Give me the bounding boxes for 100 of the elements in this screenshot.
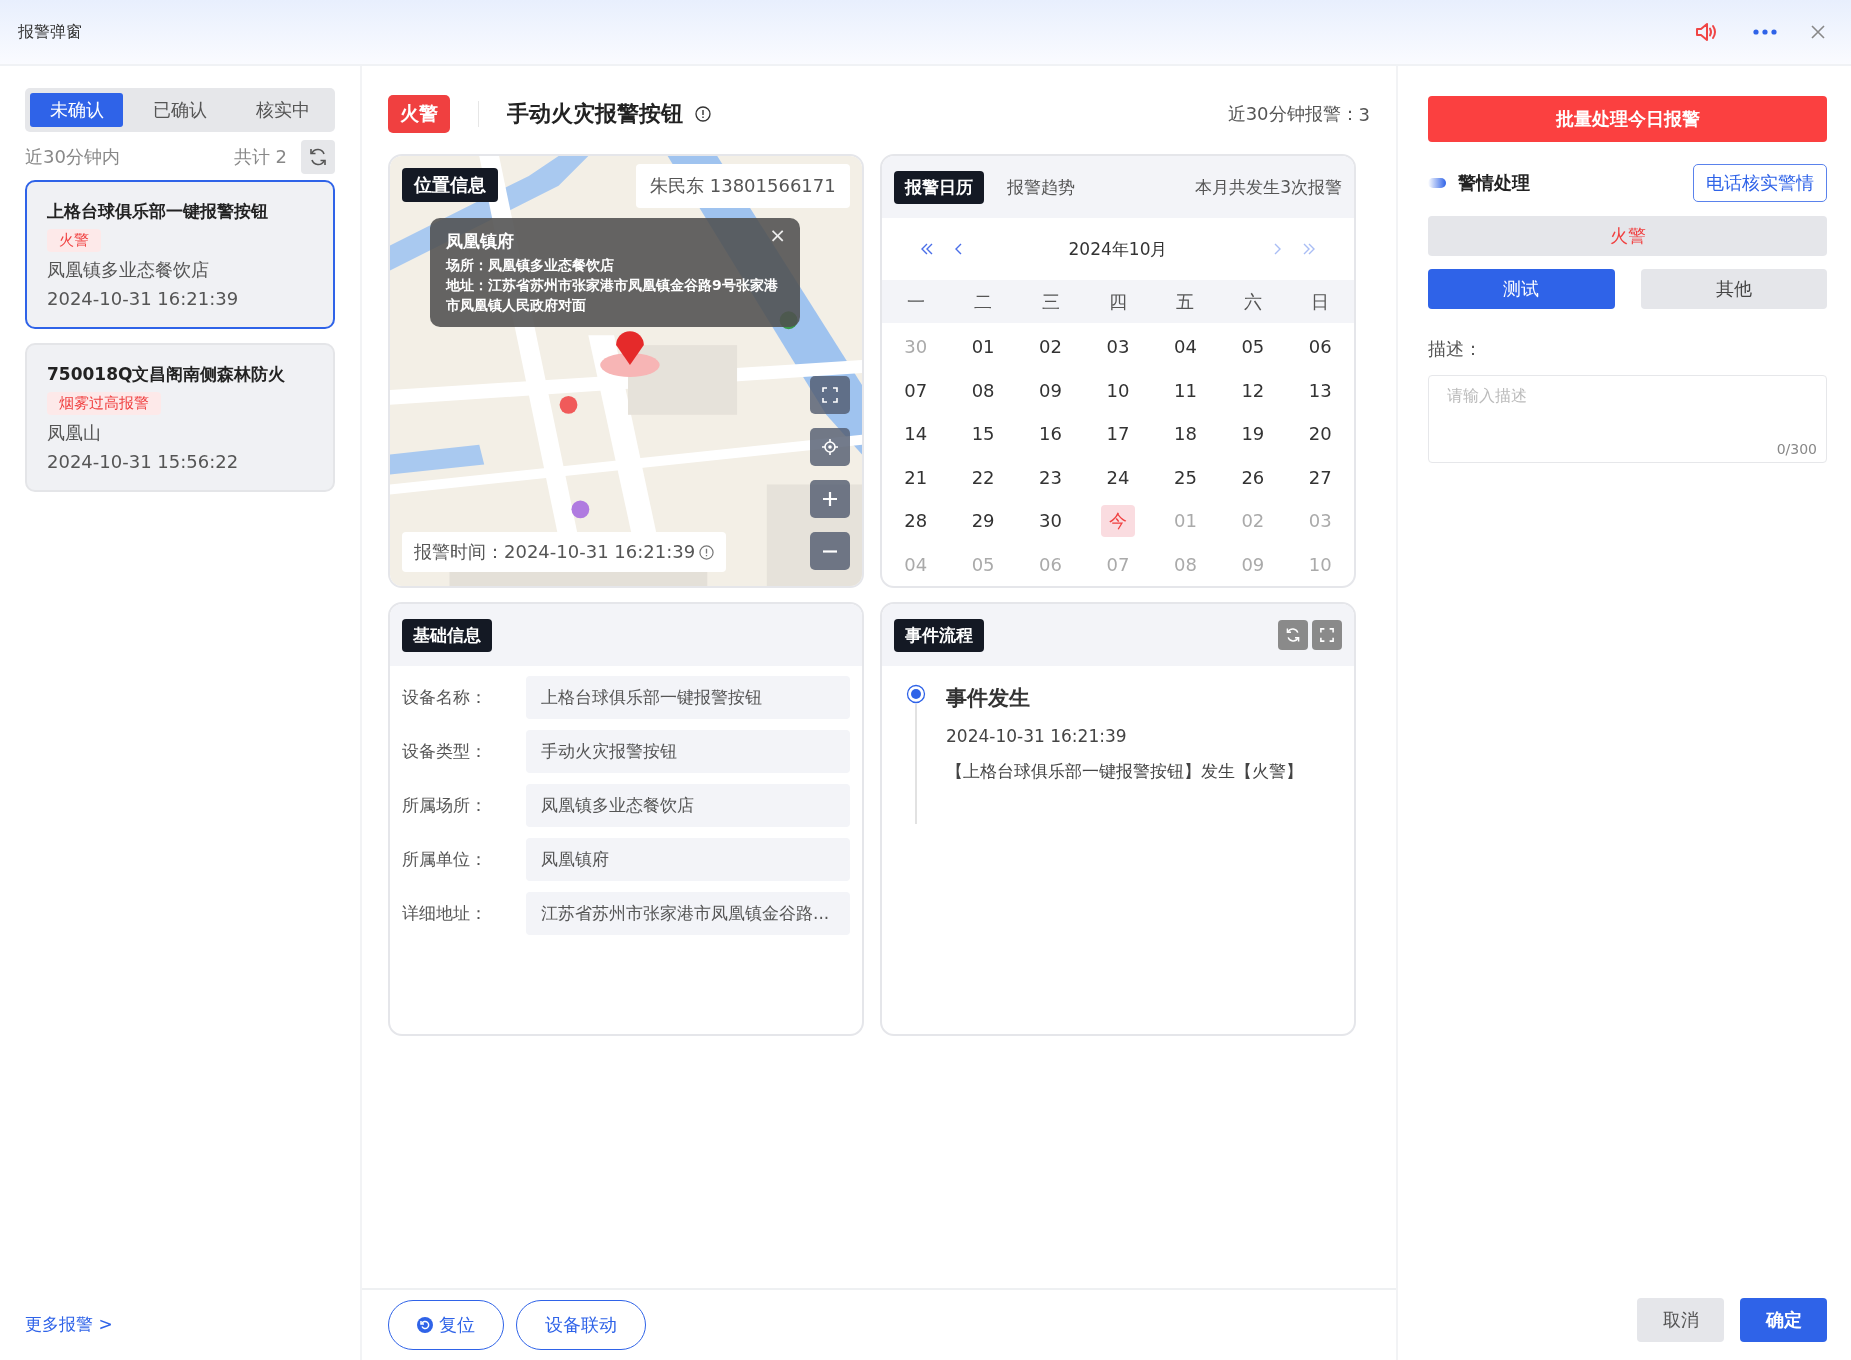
refresh-button[interactable] <box>1278 620 1308 650</box>
zoom-in-button[interactable] <box>810 480 850 518</box>
calendar-day[interactable]: 10 <box>1100 375 1136 405</box>
handling-option[interactable]: 其他 <box>1640 269 1827 309</box>
event-time: 2024-10-31 16:21:39 <box>946 726 1128 746</box>
map-section-label: 位置信息 <box>402 168 498 202</box>
section-title: 警情处理 <box>1458 171 1530 195</box>
calendar-day[interactable]: 03 <box>1100 332 1136 362</box>
alarm-card[interactable]: 750018Q文昌阁南侧森林防火 烟雾过高报警 凤凰山 2024-10-31 15:56:22 <box>25 343 335 492</box>
field-label: 设备类型： <box>402 740 488 763</box>
speaker-icon[interactable] <box>1695 22 1719 42</box>
character-count: 0/300 <box>1776 441 1817 457</box>
calendar-day[interactable]: 05 <box>1235 332 1271 362</box>
info-icon[interactable] <box>695 106 711 122</box>
calendar-tab[interactable]: 报警趋势 <box>996 170 1086 204</box>
calendar-day[interactable]: 08 <box>965 375 1001 405</box>
more-alarms-link[interactable]: 更多报警 > <box>25 1313 335 1336</box>
section-label: 基础信息 <box>402 618 492 652</box>
calendar-day[interactable]: 07 <box>898 375 934 405</box>
month-summary-count: 3 <box>1280 177 1291 197</box>
contact-chip: 朱民东 13801566171 <box>636 164 850 208</box>
footer-button[interactable]: 设备联动 <box>516 1300 646 1350</box>
calendar-day[interactable]: 30 <box>1033 506 1068 536</box>
fullscreen-button[interactable] <box>1312 620 1342 650</box>
field-value: 凤凰镇多业态餐饮店 <box>526 784 850 827</box>
calendar-day[interactable]: 23 <box>1033 462 1068 492</box>
alarm-place: 凤凰镇多业态餐饮店 <box>47 258 209 282</box>
calendar-day[interactable]: 27 <box>1302 462 1338 492</box>
handling-option[interactable]: 测试 <box>1428 269 1615 309</box>
event-text: 【上格台球俱乐部一键报警按钮】发生【火警】 <box>946 760 1303 783</box>
popup-line: 地址：江苏省苏州市张家港市凤凰镇金谷路9号张家港市凤凰镇人民政府对面 <box>446 276 779 315</box>
alarm-tag: 烟雾过高报警 <box>47 392 161 415</box>
cancel-button[interactable]: 取消 <box>1637 1298 1724 1342</box>
reset-icon <box>417 1317 433 1333</box>
zoom-out-button[interactable] <box>810 532 850 570</box>
alarm-tag: 火警 <box>47 229 101 252</box>
weekday-label: 日 <box>1310 289 1331 314</box>
double-chevron-left-icon[interactable] <box>920 242 934 257</box>
popup-line: 场所：凤凰镇多业态餐饮店 <box>446 256 615 275</box>
refresh-icon <box>308 147 328 167</box>
status-tab[interactable]: 核实中 <box>236 93 330 127</box>
alarm-name: 750018Q文昌阁南侧森林防火 <box>47 363 286 386</box>
month-title: 2024年10月 <box>1067 237 1169 261</box>
field-value: 手动火灾报警按钮 <box>526 730 850 773</box>
refresh-button[interactable] <box>301 140 335 174</box>
field-label: 所属场所： <box>402 794 488 817</box>
calendar-day[interactable]: 22 <box>965 462 1001 492</box>
calendar-day[interactable]: 15 <box>965 419 1001 449</box>
fullscreen-icon <box>822 387 838 403</box>
calendar-day[interactable]: 02 <box>1033 332 1068 362</box>
calendar-day[interactable]: 19 <box>1235 419 1271 449</box>
chevron-left-icon[interactable] <box>954 242 964 257</box>
close-icon[interactable] <box>1811 25 1825 39</box>
field-value: 上格台球俱乐部一键报警按钮 <box>526 676 850 719</box>
recent-alarm-count: 3 <box>1358 103 1370 125</box>
weekday-label: 一 <box>905 289 926 314</box>
alarm-time-text: 报警时间：2024-10-31 16:21:39 <box>414 540 696 564</box>
footer-button[interactable]: 复位 <box>388 1300 504 1350</box>
status-tab[interactable]: 已确认 <box>133 93 227 127</box>
calendar-day[interactable]: 18 <box>1167 419 1203 449</box>
confirm-button[interactable]: 确定 <box>1740 1298 1827 1342</box>
calendar-day[interactable]: 09 <box>1033 375 1068 405</box>
alarm-card[interactable]: 上格台球俱乐部一键报警按钮 火警 凤凰镇多业态餐饮店 2024-10-31 16:21:39 <box>25 180 335 329</box>
calendar-day[interactable]: 04 <box>1167 332 1203 362</box>
alarm-time: 2024-10-31 16:21:39 <box>47 288 239 309</box>
more-icon[interactable] <box>1753 29 1777 35</box>
event-title: 事件发生 <box>946 685 1031 712</box>
calendar-day[interactable]: 12 <box>1235 375 1271 405</box>
calendar-day[interactable]: 13 <box>1302 375 1338 405</box>
field-label: 设备名称： <box>402 686 488 709</box>
alarm-place: 凤凰山 <box>47 421 101 445</box>
minus-icon <box>822 549 838 553</box>
plus-icon <box>822 491 838 507</box>
calendar-day[interactable]: 16 <box>1033 419 1068 449</box>
calendar-day[interactable]: 21 <box>898 462 934 492</box>
calendar-day[interactable]: 20 <box>1302 419 1338 449</box>
calendar-day[interactable]: 28 <box>898 506 934 536</box>
calendar-day[interactable]: 06 <box>1302 332 1338 362</box>
alarm-time: 2024-10-31 15:56:22 <box>47 451 239 472</box>
section-label: 事件流程 <box>894 618 984 652</box>
popup-close-button[interactable]: × <box>769 224 786 246</box>
fullscreen-button[interactable] <box>810 376 850 414</box>
calendar-day[interactable]: 25 <box>1167 462 1203 492</box>
total-count: 共计 2 <box>233 145 287 169</box>
refresh-icon <box>1285 627 1301 643</box>
recent-alarm-label: 近30分钟报警： <box>1227 102 1359 126</box>
calendar-day[interactable]: 29 <box>965 506 1001 536</box>
calendar-day[interactable]: 26 <box>1235 462 1271 492</box>
calendar-day[interactable]: 24 <box>1100 462 1136 492</box>
field-value: 江苏省苏州市张家港市凤凰镇金谷路... <box>526 892 850 935</box>
batch-process-button[interactable]: 批量处理今日报警 <box>1428 96 1827 142</box>
phone-verify-button[interactable]: 电话核实警情 <box>1693 164 1827 202</box>
calendar-tab[interactable]: 报警日历 <box>894 170 984 204</box>
calendar-day[interactable]: 14 <box>898 419 934 449</box>
calendar-day[interactable]: 11 <box>1167 375 1203 405</box>
locate-button[interactable] <box>810 428 850 466</box>
status-tab[interactable]: 未确认 <box>30 93 124 127</box>
calendar-day[interactable]: 01 <box>965 332 1001 362</box>
weekday-label: 六 <box>1242 289 1263 314</box>
calendar-day[interactable]: 17 <box>1100 419 1136 449</box>
